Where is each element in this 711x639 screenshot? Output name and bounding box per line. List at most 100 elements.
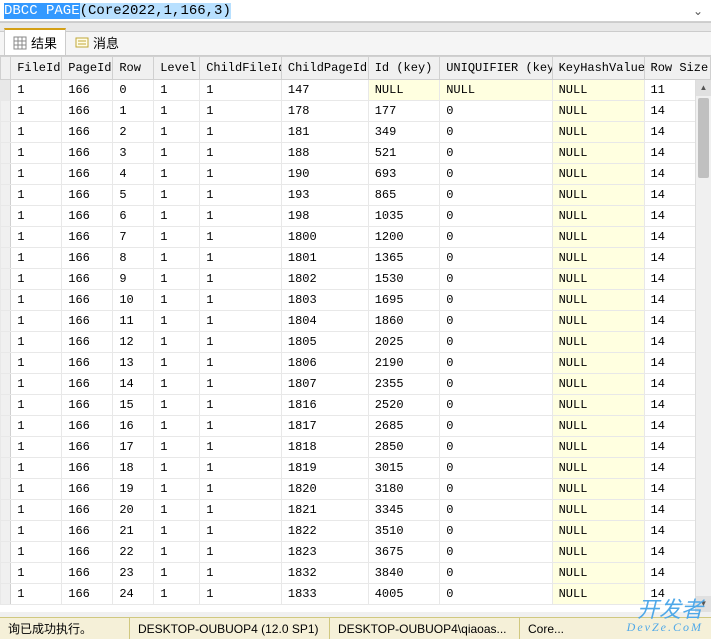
cell[interactable]: 198 [281, 206, 368, 227]
cell[interactable]: 21 [113, 521, 154, 542]
row-header[interactable] [1, 311, 11, 332]
table-row[interactable]: 11662111182235100NULL14 [1, 521, 711, 542]
cell[interactable]: 166 [62, 353, 113, 374]
scrollbar-vertical[interactable]: ▲ ▼ [695, 80, 711, 612]
table-row[interactable]: 11661011180316950NULL14 [1, 290, 711, 311]
cell[interactable]: 1 [154, 143, 200, 164]
cell[interactable]: 1 [11, 185, 62, 206]
table-row[interactable]: 11661911182031800NULL14 [1, 479, 711, 500]
cell[interactable]: 1807 [281, 374, 368, 395]
cell[interactable]: 1 [154, 500, 200, 521]
cell[interactable]: 1 [200, 206, 282, 227]
cell[interactable]: 0 [440, 374, 552, 395]
cell[interactable]: NULL [552, 206, 644, 227]
cell[interactable]: 1805 [281, 332, 368, 353]
cell[interactable]: NULL [368, 80, 440, 101]
cell[interactable]: 0 [440, 332, 552, 353]
cell[interactable]: NULL [552, 332, 644, 353]
cell[interactable]: 1 [11, 584, 62, 605]
row-header[interactable] [1, 122, 11, 143]
cell[interactable]: 0 [440, 101, 552, 122]
cell[interactable]: 1801 [281, 248, 368, 269]
cell[interactable]: 1 [154, 416, 200, 437]
row-header[interactable] [1, 290, 11, 311]
column-header[interactable]: KeyHashValue [552, 57, 644, 80]
cell[interactable]: 1 [154, 311, 200, 332]
cell[interactable]: 1 [200, 374, 282, 395]
cell[interactable]: 3840 [368, 563, 440, 584]
cell[interactable]: NULL [552, 164, 644, 185]
cell[interactable]: 190 [281, 164, 368, 185]
cell[interactable]: 1 [154, 290, 200, 311]
cell[interactable]: 0 [440, 521, 552, 542]
cell[interactable]: 1 [11, 479, 62, 500]
cell[interactable]: 1803 [281, 290, 368, 311]
cell[interactable]: 10 [113, 290, 154, 311]
cell[interactable]: 693 [368, 164, 440, 185]
cell[interactable]: 1 [200, 500, 282, 521]
cell[interactable]: 2 [113, 122, 154, 143]
cell[interactable]: 1 [200, 101, 282, 122]
cell[interactable]: 1 [11, 311, 62, 332]
cell[interactable]: NULL [552, 521, 644, 542]
cell[interactable]: 166 [62, 143, 113, 164]
cell[interactable]: 4 [113, 164, 154, 185]
cell[interactable]: 166 [62, 542, 113, 563]
scroll-thumb[interactable] [698, 98, 709, 178]
cell[interactable]: NULL [552, 311, 644, 332]
column-header[interactable]: UNIQUIFIER (key) [440, 57, 552, 80]
cell[interactable]: 166 [62, 500, 113, 521]
cell[interactable]: 1 [154, 269, 200, 290]
cell[interactable]: 1819 [281, 458, 368, 479]
cell[interactable]: 1 [154, 563, 200, 584]
cell[interactable]: 1 [11, 143, 62, 164]
cell[interactable]: 1 [200, 185, 282, 206]
cell[interactable]: 1 [11, 563, 62, 584]
cell[interactable]: 7 [113, 227, 154, 248]
cell[interactable]: 1 [11, 353, 62, 374]
cell[interactable]: 9 [113, 269, 154, 290]
cell[interactable]: 177 [368, 101, 440, 122]
column-header[interactable]: FileId [11, 57, 62, 80]
cell[interactable]: 1 [200, 395, 282, 416]
cell[interactable]: 1 [11, 521, 62, 542]
cell[interactable]: 1 [154, 458, 200, 479]
cell[interactable]: 1 [11, 500, 62, 521]
cell[interactable]: 0 [440, 584, 552, 605]
cell[interactable]: 1 [11, 248, 62, 269]
row-header[interactable] [1, 227, 11, 248]
cell[interactable]: 1 [154, 521, 200, 542]
cell[interactable]: 1820 [281, 479, 368, 500]
row-header[interactable] [1, 479, 11, 500]
cell[interactable]: 0 [440, 248, 552, 269]
cell[interactable]: 12 [113, 332, 154, 353]
table-row[interactable]: 11661311180621900NULL14 [1, 353, 711, 374]
table-row[interactable]: 11662311183238400NULL14 [1, 563, 711, 584]
cell[interactable]: 0 [440, 500, 552, 521]
cell[interactable]: 0 [440, 542, 552, 563]
row-header[interactable] [1, 332, 11, 353]
row-header[interactable] [1, 185, 11, 206]
cell[interactable]: 1 [200, 143, 282, 164]
cell[interactable]: 166 [62, 227, 113, 248]
cell[interactable]: NULL [552, 416, 644, 437]
cell[interactable]: 3180 [368, 479, 440, 500]
cell[interactable]: 1 [11, 290, 62, 311]
cell[interactable]: 0 [440, 479, 552, 500]
cell[interactable]: 2190 [368, 353, 440, 374]
cell[interactable]: 1860 [368, 311, 440, 332]
cell[interactable]: 0 [440, 353, 552, 374]
cell[interactable]: 1 [200, 269, 282, 290]
column-header[interactable]: Row Size [644, 57, 710, 80]
cell[interactable]: 0 [440, 185, 552, 206]
cell[interactable]: 166 [62, 332, 113, 353]
cell[interactable]: 1 [11, 227, 62, 248]
cell[interactable]: 1 [11, 458, 62, 479]
row-header[interactable] [1, 269, 11, 290]
cell[interactable]: 0 [440, 206, 552, 227]
cell[interactable]: 1 [200, 521, 282, 542]
cell[interactable]: 166 [62, 206, 113, 227]
cell[interactable]: 147 [281, 80, 368, 101]
cell[interactable]: 1833 [281, 584, 368, 605]
cell[interactable]: 2850 [368, 437, 440, 458]
